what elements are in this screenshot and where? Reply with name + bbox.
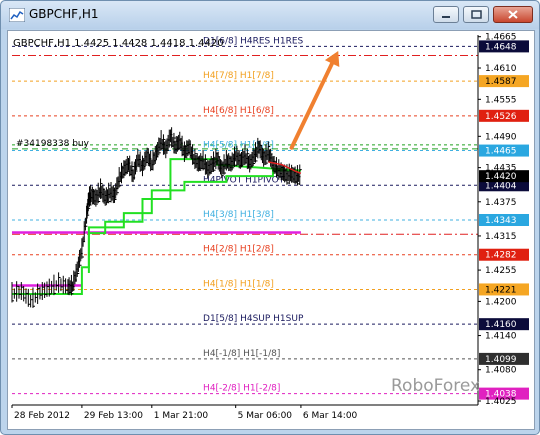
level-price-tag-label: 1.4282 [485,251,517,261]
level-label: H4[-2/8] H1[-2/8] [203,384,280,394]
current-price-label: 1.4420 [485,172,517,182]
time-tick-label: 29 Feb 13:00 [84,411,143,421]
level-price-tag-label: 1.4526 [485,112,517,122]
price-tick-label: 1.4555 [485,95,517,105]
price-tick-label: 1.4080 [485,366,517,376]
minimize-button[interactable] [433,6,459,23]
murrey-levels: D1[6/8] H4RES H1RES1.4648H4[7/8] H1[7/8]… [12,36,529,400]
price-tick-label: 1.4315 [485,232,517,242]
level-label: H4[7/8] H1[7/8] [203,71,274,81]
window-title: GBPCHF,H1 [29,7,99,21]
price-tick-label: 1.4255 [485,266,517,276]
price-tick-label: 1.4665 [485,33,517,43]
forecast-arrow-shaft [289,56,337,150]
level-label: H4[-1/8] H1[-1/8] [203,349,280,359]
time-tick-label: 6 Mar 14:00 [303,411,358,421]
watermark-text: RoboForex [391,376,480,396]
time-tick-label: 28 Feb 2012 [14,411,70,421]
level-price-tag-label: 1.4648 [485,42,517,52]
time-tick-label: 1 Mar 21:00 [154,411,209,421]
title-bar[interactable]: GBPCHF,H1 [1,1,539,29]
price-tick-label: 1.4140 [485,332,517,342]
chart-window-icon [9,8,25,22]
level-price-tag-label: 1.4343 [485,216,517,226]
close-icon [508,10,518,19]
minimize-icon [442,16,450,18]
restore-button[interactable] [463,6,489,23]
level-price-tag-label: 1.4099 [485,355,517,365]
level-label: H4[3/8] H1[3/8] [203,210,274,220]
time-tick-label: 5 Mar 06:00 [238,411,293,421]
level-label: D1[5/8] H4SUP H1SUP [203,314,304,324]
price-tick-label: 1.4025 [485,397,517,407]
chart-canvas[interactable]: D1[6/8] H4RES H1RES1.4648H4[7/8] H1[7/8]… [8,31,534,429]
price-tick-label: 1.4375 [485,198,517,208]
level-price-tag-label: 1.4221 [485,285,517,295]
price-series [11,50,340,308]
level-price-tag-label: 1.4160 [485,320,517,330]
close-button[interactable] [493,6,533,23]
price-chart[interactable]: D1[6/8] H4RES H1RES 1.4648 H4[7/8] H1[7/8]… [7,30,535,430]
price-tick-label: 1.4610 [485,64,517,74]
restore-icon [471,10,482,19]
price-tick-label: 1.4490 [485,132,517,142]
order-line-label: #34198338 buy [16,139,90,149]
chart-window: GBPCHF,H1 D1[6/8] H4RES H1RES 1.4648 H4[7/… [0,0,540,435]
level-label: H4[6/8] H1[6/8] [203,106,274,116]
price-tick-label: 1.4200 [485,297,517,307]
level-label: H4[2/8] H1[2/8] [203,245,274,255]
level-label: H4[1/8] H1[1/8] [203,279,274,289]
level-price-tag-label: 1.4587 [485,77,517,87]
level-price-tag-label: 1.4465 [485,147,517,157]
chart-info-text: GBPCHF,H1 1.4425 1.4428 1.4418 1.4420 [13,38,224,49]
level-price-tag-label: 1.4404 [485,181,517,191]
